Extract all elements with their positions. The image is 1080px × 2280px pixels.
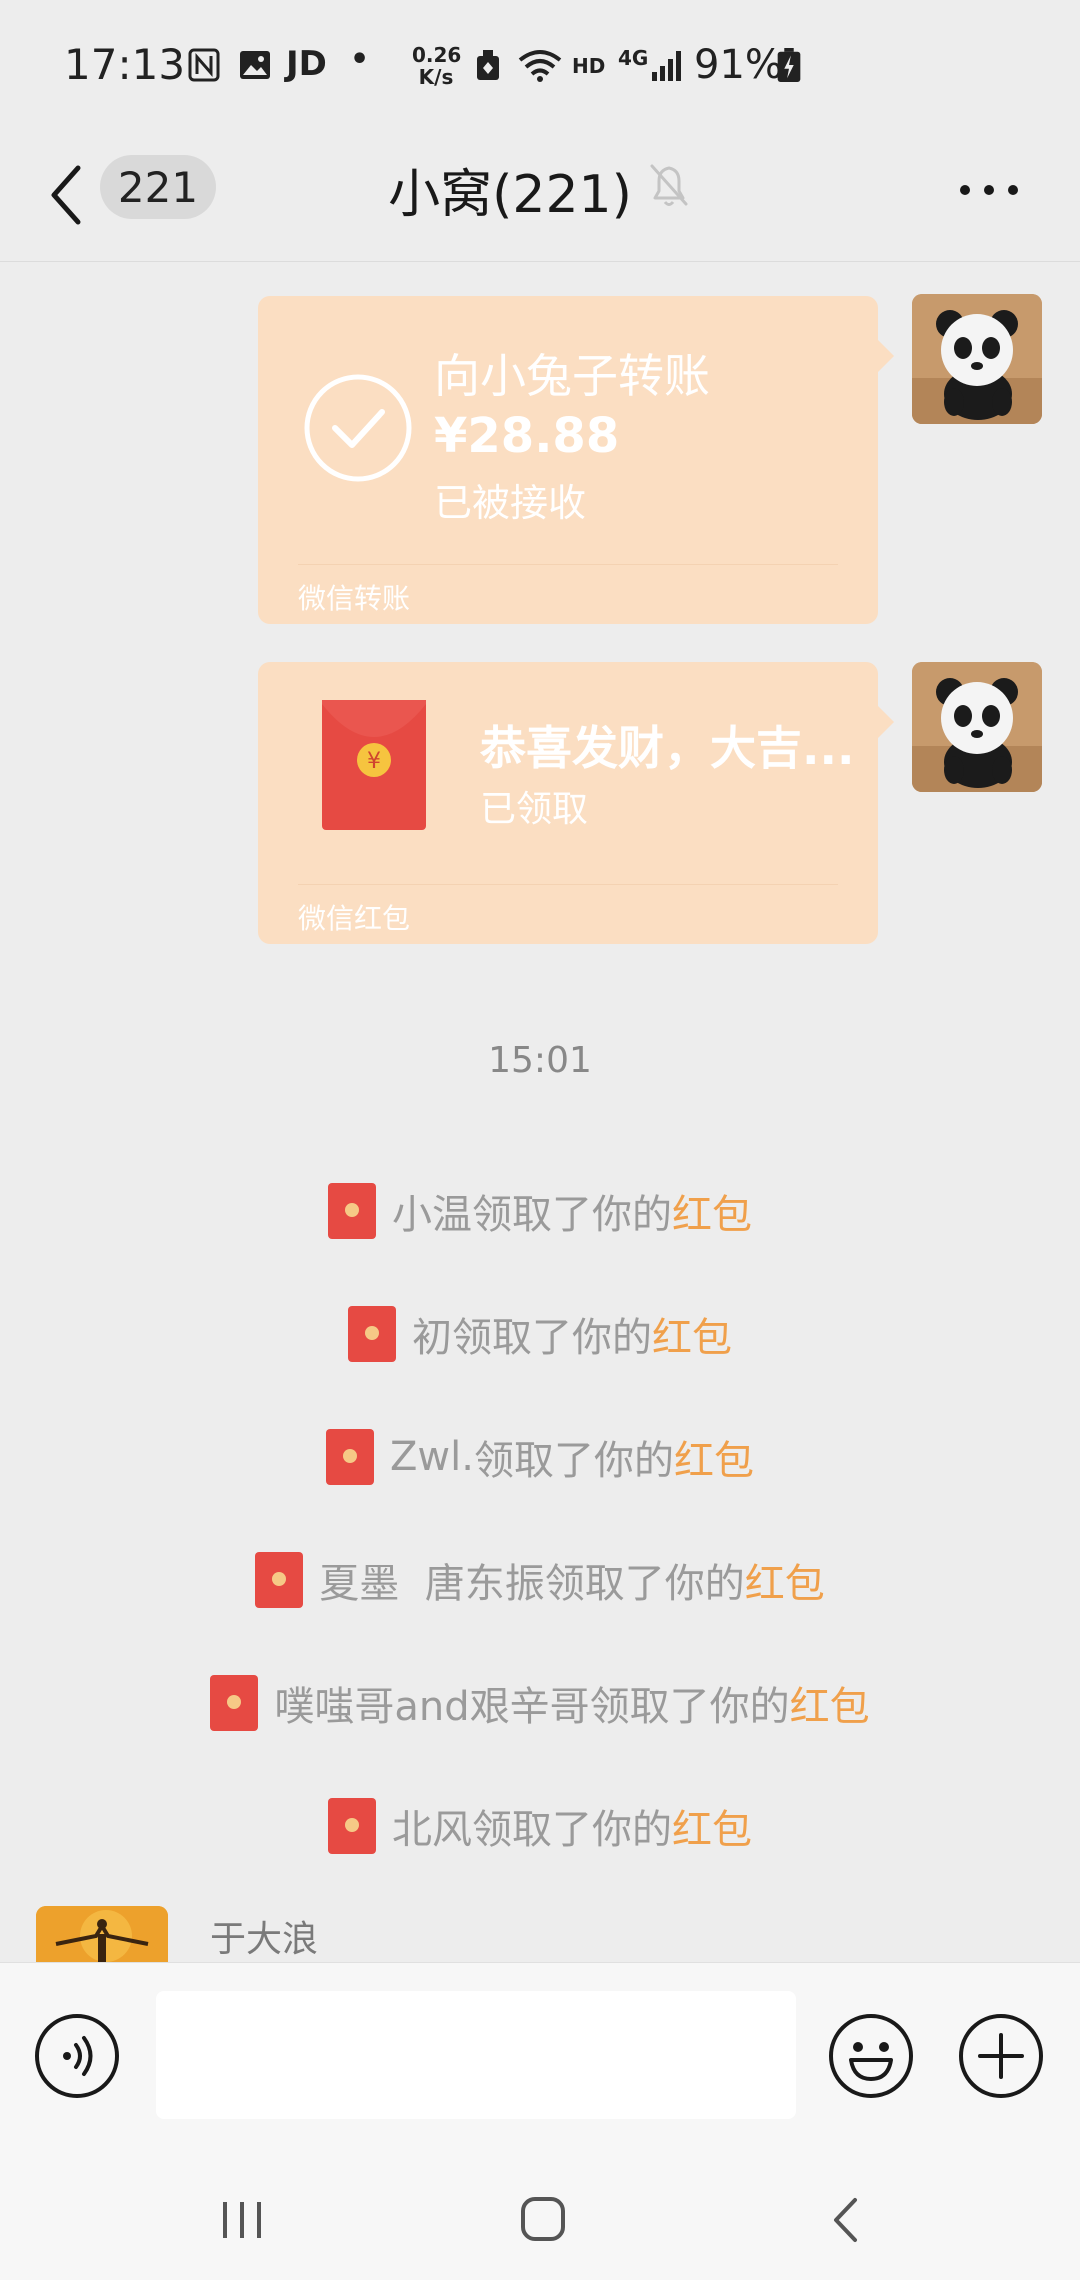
system-message-text: 领取了你的 [544,1561,745,1607]
red-packet-link[interactable]: 红包 [672,1797,752,1855]
red-packet-icon [326,1429,375,1485]
red-packet-link[interactable]: 红包 [745,1551,825,1609]
dot-icon: • [350,42,370,77]
red-packet-link[interactable]: 红包 [790,1674,870,1732]
chat-title: 小窝(221) [388,165,632,225]
system-message: 夏墨 唐东振 领取了你的 红包 [0,1551,1080,1609]
net-speed: 0.26 K/s [412,43,462,89]
nav-back-button[interactable] [830,2196,860,2244]
claimer-name: 夏墨 唐东振 [319,1561,545,1607]
claimer-name: 小温 [392,1192,472,1238]
status-bar: 17:13 JD • 0.26 K/s HD 4G 91% [0,0,1080,130]
red-packet-link[interactable]: 红包 [652,1305,732,1363]
red-packet-icon [210,1675,259,1731]
system-message-text: 领取了你的 [473,1438,674,1484]
voice-input-button[interactable] [34,2013,120,2099]
bell-off-icon [650,164,688,206]
sender-avatar[interactable] [36,1906,168,1966]
claimer-name: 初 [412,1315,452,1361]
emoji-button[interactable] [828,2013,914,2099]
system-message-text: 领取了你的 [452,1315,652,1361]
system-message-text: 领取了你的 [472,1192,672,1238]
system-message: 噗嗤哥and艰辛哥 领取了你的 红包 [0,1674,1080,1732]
signal-icon [652,51,681,81]
system-message: 北风 领取了你的 红包 [0,1797,1080,1855]
transfer-footer-label: 微信转账 [298,564,838,624]
red-packet-greeting: 恭喜发财，大吉... [480,721,855,775]
clean-icon [477,50,499,80]
system-navigation-bar [0,2128,1080,2280]
coin-symbol: ¥ [367,749,381,774]
message-input[interactable] [156,1991,796,2119]
jd-app-label: JD [286,44,327,84]
panda-avatar-image [912,294,1042,424]
system-message: Zwl. 领取了你的 红包 [0,1428,1080,1486]
claimer-name: 噗嗤哥and艰辛哥 [274,1684,590,1730]
wifi-icon [518,50,562,82]
transfer-title: 向小兔子转账 [434,349,710,403]
my-avatar[interactable] [912,294,1042,424]
system-message: 初领取了你的 红包 [0,1305,1080,1363]
system-message: 小温 领取了你的 红包 [0,1182,1080,1240]
red-packet-link[interactable]: 红包 [672,1182,752,1240]
panda-avatar-image [912,662,1042,792]
system-message-text: 领取了你的 [589,1684,790,1730]
red-packet-status: 已领取 [480,789,589,830]
red-packet-footer-label: 微信红包 [298,884,838,944]
claimer-name: Zwl. [390,1434,474,1480]
hd-label: HD [572,54,606,78]
red-packet-icon [348,1306,396,1362]
chat-header: 221 小窝(221) [0,130,1080,262]
red-packet-icon [328,1798,376,1854]
battery-charging-icon [777,48,801,82]
my-avatar[interactable] [912,662,1042,792]
message-timestamp: 15:01 [488,1040,592,1081]
recent-apps-button[interactable] [220,2200,264,2240]
red-packet-icon [255,1552,304,1608]
transfer-amount: ¥28.88 [434,408,620,464]
red-packet-icon: ¥ [322,700,426,830]
check-circle-icon [304,374,412,482]
more-options-button[interactable] [958,182,1020,198]
system-message-text: 领取了你的 [472,1807,672,1853]
claimer-name: 北风 [392,1807,472,1853]
sender-avatar-image [36,1906,168,1966]
battery-percent: 91% [694,42,783,88]
home-button[interactable] [520,2196,566,2242]
network-type-label: 4G [618,46,649,70]
transfer-message-bubble[interactable]: 向小兔子转账 ¥28.88 已被接收 微信转账 [258,296,894,624]
transfer-status: 已被接收 [434,481,587,525]
nfc-icon [188,48,220,82]
red-packet-icon [328,1183,376,1239]
input-bar [0,1962,1080,2128]
status-time: 17:13 [64,40,186,89]
red-packet-link[interactable]: 红包 [674,1428,754,1486]
sender-name: 于大浪 [210,1919,319,1960]
red-packet-message-bubble[interactable]: ¥ 恭喜发财，大吉... 已领取 微信红包 [258,662,894,944]
gallery-icon [240,51,270,79]
more-functions-button[interactable] [958,2013,1044,2099]
